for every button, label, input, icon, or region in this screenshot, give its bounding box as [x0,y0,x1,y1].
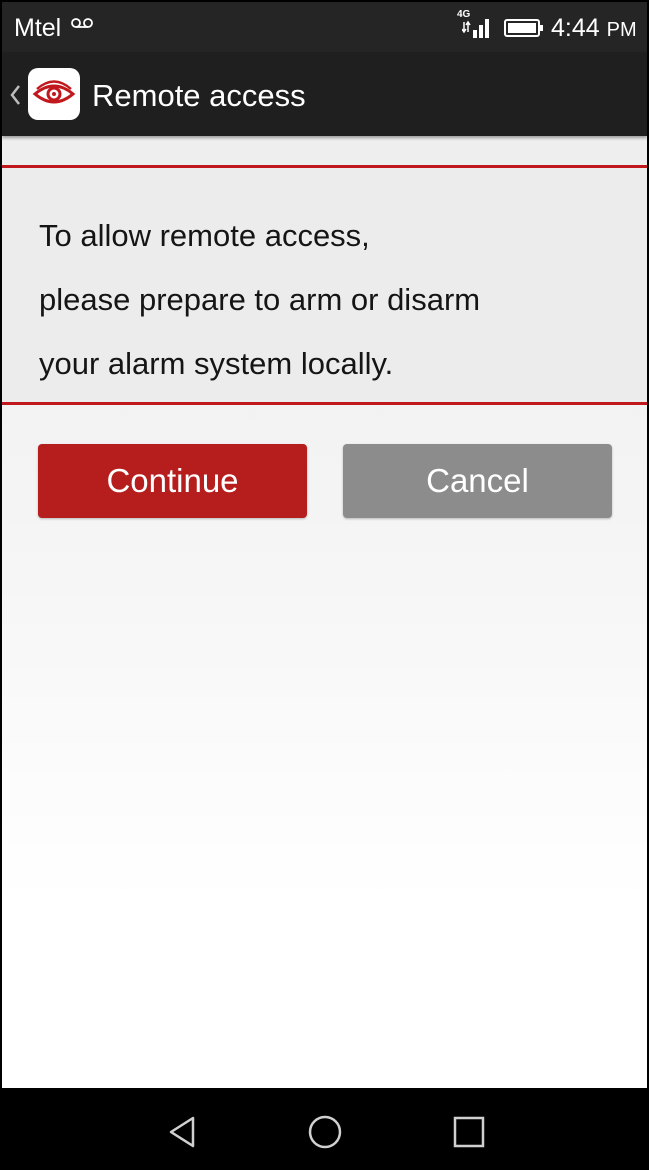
message-line: your alarm system locally. [39,346,394,381]
nav-home-icon[interactable] [307,1114,343,1150]
cancel-button[interactable]: Cancel [343,444,612,518]
signal-icon [462,19,489,38]
continue-button[interactable]: Continue [38,444,307,518]
navigation-bar [2,1088,647,1168]
message-box: To allow remote access, please prepare t… [2,165,647,405]
message-line: To allow remote access, [39,218,370,253]
phone-screen: Mtel 4G 4:44 PM Remote access To allow r… [0,0,649,1170]
voicemail-icon [71,18,93,28]
status-clock: 4:44 PM [551,14,637,43]
carrier-name: Mtel [14,14,62,42]
nav-back-icon[interactable] [165,1114,201,1150]
app-logo[interactable] [28,68,80,120]
message-line: please prepare to arm or disarm [39,282,481,317]
page-title: Remote access [92,78,306,113]
clock-ampm: PM [606,19,637,41]
action-bar: Remote access [2,52,647,136]
nav-recent-apps-icon[interactable] [451,1114,487,1150]
status-bar: Mtel 4G 4:44 PM [2,2,647,52]
clock-time: 4:44 [551,14,600,42]
back-icon[interactable] [9,84,21,106]
battery-icon [504,19,543,37]
app-eye-icon [32,80,76,104]
